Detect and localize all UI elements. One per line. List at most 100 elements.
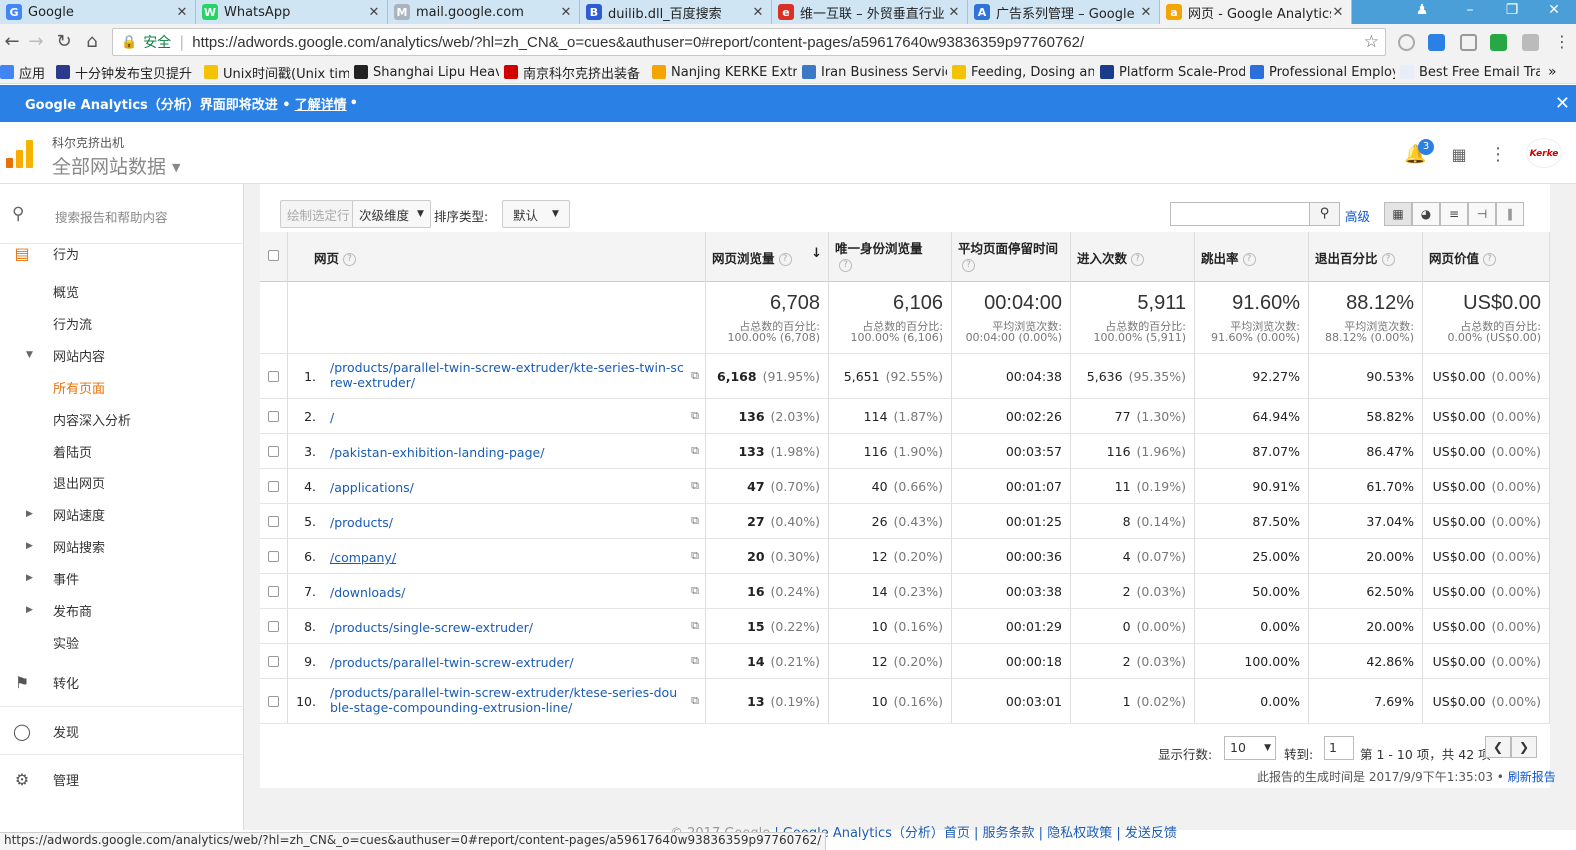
sidebar-item-conversions[interactable]: ⚑ 转化 <box>0 667 243 697</box>
column-header-page[interactable]: 网页? <box>288 232 706 282</box>
refresh-report-link[interactable]: 刷新报告 <box>1508 770 1556 784</box>
footer-link-feedback[interactable]: 发送反馈 <box>1125 826 1177 841</box>
secondary-dimension-dropdown[interactable]: 次级维度 ▼ <box>352 200 431 228</box>
external-link-icon[interactable]: ⧉ <box>691 369 699 383</box>
external-link-icon[interactable]: ⧉ <box>691 479 699 493</box>
sidebar-search[interactable]: ⚲ 搜索报告和帮助内容 <box>0 184 243 244</box>
row-checkbox[interactable] <box>268 371 279 382</box>
sidebar-item-experiments[interactable]: 实验 <box>0 627 243 657</box>
reload-icon[interactable]: ↻ <box>52 30 76 54</box>
user-icon[interactable]: ♟ <box>1400 0 1444 22</box>
home-icon[interactable]: ⌂ <box>80 30 104 54</box>
sidebar-item-events[interactable]: ▶ 事件 <box>0 563 243 593</box>
avatar[interactable]: Kerke <box>1526 138 1562 168</box>
shield-icon[interactable] <box>1460 34 1477 51</box>
row-checkbox[interactable] <box>268 586 279 597</box>
row-checkbox[interactable] <box>268 656 279 667</box>
browser-menu-icon[interactable]: ⋮ <box>1550 30 1574 54</box>
more-vert-icon[interactable]: ⋮ <box>1487 144 1509 166</box>
sidebar-item-behavior-flow[interactable]: 行为流 <box>0 308 243 338</box>
sidebar-item-content-drilldown[interactable]: 内容深入分析 <box>0 404 243 434</box>
extension-icon[interactable] <box>1490 34 1507 51</box>
bookmark-item[interactable]: Professional Employ <box>1250 63 1395 81</box>
close-icon[interactable]: ✕ <box>947 5 961 20</box>
sidebar-item-landing-pages[interactable]: 着陆页 <box>0 436 243 466</box>
bookmark-item[interactable]: Iran Business Servic <box>802 63 947 81</box>
page-path-link[interactable]: / <box>330 410 685 425</box>
close-window-button[interactable]: ✕ <box>1532 0 1576 22</box>
sort-desc-icon[interactable]: ↓ <box>811 246 822 261</box>
comparison-view-icon[interactable]: ⊣ <box>1468 202 1496 226</box>
external-link-icon[interactable]: ⧉ <box>691 584 699 598</box>
footer-link-privacy[interactable]: 隐私权政策 <box>1047 826 1112 841</box>
external-link-icon[interactable]: ⧉ <box>691 514 699 528</box>
help-icon[interactable]: ? <box>778 253 792 266</box>
page-path-link[interactable]: /products/ <box>330 515 685 530</box>
sidebar-item-all-pages[interactable]: 所有页面 <box>0 372 243 402</box>
external-link-icon[interactable]: ⧉ <box>691 694 699 708</box>
pie-view-icon[interactable]: ◕ <box>1412 202 1440 226</box>
extension-icon[interactable] <box>1398 34 1415 51</box>
sidebar-item-discover[interactable]: ◯ 发现 <box>0 716 243 746</box>
column-header-pageviews[interactable]: 网页浏览量? ↓ <box>706 232 829 282</box>
bookmark-item[interactable]: Shanghai Lipu Heav <box>354 63 499 81</box>
goto-page-input[interactable]: 1 <box>1324 736 1354 760</box>
select-all-checkbox[interactable] <box>268 250 279 261</box>
column-header-bounce-rate[interactable]: 跳出率? <box>1195 232 1309 282</box>
browser-tab[interactable]: A 广告系列管理 – Google ✕ <box>968 0 1160 24</box>
sidebar-item-site-search[interactable]: ▶ 网站搜索 <box>0 531 243 561</box>
footer-link-terms[interactable]: 服务条款 <box>983 826 1035 841</box>
external-link-icon[interactable]: ⧉ <box>691 444 699 458</box>
page-path-link[interactable]: /products/parallel-twin-screw-extruder/ <box>330 655 685 670</box>
browser-tab[interactable]: G Google ✕ <box>0 0 196 24</box>
bookmark-star-icon[interactable]: ☆ <box>1364 32 1379 52</box>
column-header-exit-pct[interactable]: 退出百分比? <box>1309 232 1423 282</box>
close-icon[interactable]: ✕ <box>367 5 381 20</box>
external-link-icon[interactable]: ⧉ <box>691 619 699 633</box>
browser-tab[interactable]: e 维一互联 – 外贸垂直行业 ✕ <box>772 0 968 24</box>
close-icon[interactable]: ✕ <box>751 5 765 20</box>
apps-grid-icon[interactable]: ▦ <box>1448 144 1470 166</box>
sidebar-item-admin[interactable]: ⚙ 管理 <box>0 764 243 794</box>
help-icon[interactable]: ? <box>1131 253 1145 266</box>
browser-tab[interactable]: Bduilib.dll_百度搜索 ✕ <box>580 0 772 24</box>
browser-tab[interactable]: Mmail.google.com ✕ <box>388 0 580 24</box>
external-link-icon[interactable]: ⧉ <box>691 654 699 668</box>
sidebar-item-overview[interactable]: 概览 <box>0 276 243 306</box>
sidebar-item-behavior[interactable]: ▤ 行为 <box>0 238 243 268</box>
plot-rows-button[interactable]: 绘制选定行 <box>280 200 357 228</box>
row-checkbox[interactable] <box>268 481 279 492</box>
bookmark-item[interactable]: 十分钟发布宝贝提升 <box>56 63 198 81</box>
close-icon[interactable]: ✕ <box>1139 5 1153 20</box>
close-icon[interactable]: ✕ <box>1555 93 1570 114</box>
table-view-icon[interactable]: ▦ <box>1384 202 1412 226</box>
row-checkbox[interactable] <box>268 411 279 422</box>
sidebar-item-site-content[interactable]: ▼ 网站内容 <box>0 340 243 370</box>
page-path-link[interactable]: /applications/ <box>330 480 685 495</box>
help-icon[interactable]: ? <box>839 259 852 272</box>
column-header-entrances[interactable]: 进入次数? <box>1071 232 1195 282</box>
help-icon[interactable]: ? <box>1242 253 1256 266</box>
next-page-icon[interactable]: ❯ <box>1511 736 1537 758</box>
bookmark-item[interactable]: Nanjing KERKE Extru <box>652 63 797 81</box>
extension-icon[interactable] <box>1522 34 1539 51</box>
close-icon[interactable]: ✕ <box>175 5 189 20</box>
advanced-filter-link[interactable]: 高级 <box>1345 206 1370 225</box>
learn-more-link[interactable]: 了解详情 <box>295 94 347 113</box>
column-header-avg-time[interactable]: 平均页面停留时间? <box>952 232 1071 282</box>
table-search-input[interactable] <box>1170 202 1310 226</box>
forward-icon[interactable]: → <box>24 30 48 54</box>
search-icon[interactable]: ⚲ <box>1310 202 1340 226</box>
address-bar[interactable]: 🔒 安全 | https://adwords.google.com/analyt… <box>112 28 1386 56</box>
help-icon[interactable]: ? <box>1381 253 1395 266</box>
sidebar-item-exit-pages[interactable]: 退出网页 <box>0 467 243 497</box>
sidebar-item-publisher[interactable]: ▶ 发布商 <box>0 595 243 625</box>
rows-per-page-select[interactable]: 10 ▼ <box>1224 736 1276 760</box>
more-bookmarks-icon[interactable]: » <box>1548 63 1557 81</box>
bookmark-item[interactable]: 南京科尔克挤出装备 <box>504 63 646 81</box>
browser-tab[interactable]: W WhatsApp ✕ <box>196 0 388 24</box>
back-icon[interactable]: ← <box>0 30 24 54</box>
column-header-unique-pageviews[interactable]: 唯一身份浏览量? <box>829 232 952 282</box>
help-icon[interactable]: ? <box>1483 253 1497 266</box>
external-link-icon[interactable]: ⧉ <box>691 549 699 563</box>
